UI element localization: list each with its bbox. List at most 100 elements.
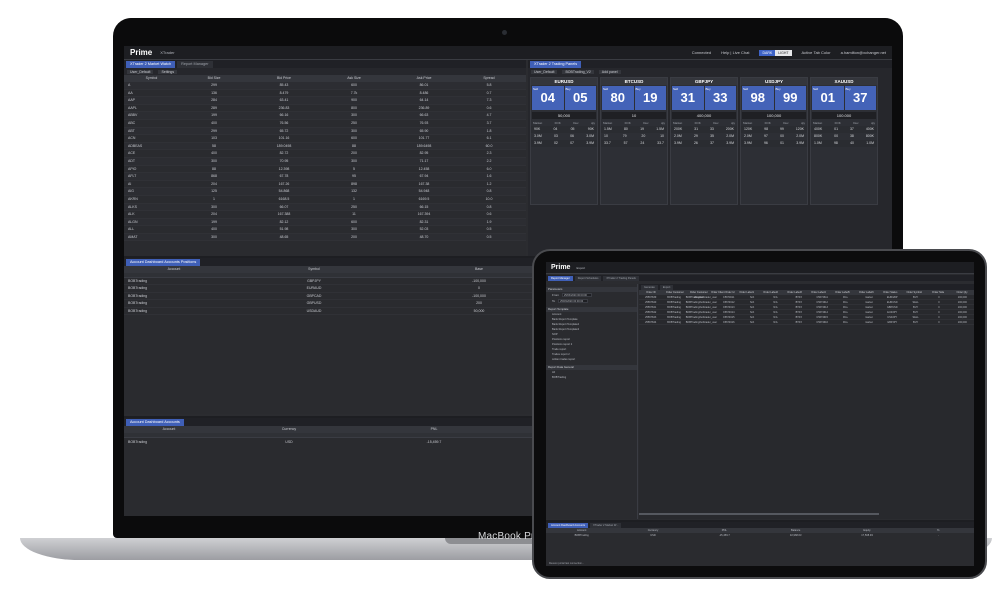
order-option[interactable]: Dev <box>853 121 858 125</box>
tab-report-manager[interactable]: Report Manager <box>548 275 573 281</box>
depth-row[interactable]: 2.0M 29 35 2.0M <box>671 133 737 140</box>
order-option[interactable]: Market <box>813 121 822 125</box>
table-row[interactable]: ALK 204 167.388 11 167.394 0.6 <box>124 211 526 219</box>
col-currency[interactable]: Currency <box>214 426 364 433</box>
depth-row[interactable]: 120K 98 99 120K <box>741 126 807 133</box>
tile-pair[interactable]: BTCUSD <box>601 78 667 85</box>
export-button[interactable]: Export <box>659 284 674 290</box>
depth-row[interactable]: 3.9M 96 01 3.9M <box>741 140 807 147</box>
depth-row[interactable]: 400K 01 37 400K <box>811 126 877 133</box>
module-name[interactable]: XTrader <box>160 50 174 55</box>
table-row[interactable]: 25567844 BOBTrading BOBTrading/bobtrader_u… <box>639 320 974 325</box>
col-pnl[interactable]: PNL <box>364 426 504 433</box>
sell-button[interactable]: Sell 98 <box>742 86 774 110</box>
table-row[interactable]: AA 136 8.479 7.7k 8.486 0.7 <box>124 90 526 98</box>
order-option[interactable]: Dev <box>783 121 788 125</box>
table-row[interactable]: ABT 299 65.72 300 65.90 1.8 <box>124 127 526 136</box>
order-option[interactable]: Market <box>533 121 542 125</box>
order-option[interactable]: FOK <box>695 121 701 125</box>
order-option[interactable]: qty <box>871 121 875 125</box>
table-row[interactable]: APIO 88 12.398 5 12.458 6.0 <box>124 166 526 174</box>
list-item[interactable]: written trades report <box>546 357 637 362</box>
order-option[interactable]: FOK <box>835 121 841 125</box>
order-option[interactable]: Dev <box>573 121 578 125</box>
order-option[interactable]: qty <box>731 121 735 125</box>
tab-market-watch[interactable]: XTrader 2 Market W... <box>590 522 622 528</box>
table-row[interactable]: BOBTrading USD -15,459.7 32,968.63 17,508.93… <box>546 533 974 538</box>
tile-pair[interactable]: XAUUSD <box>811 78 877 85</box>
table-row[interactable]: AIG 125 54.868 132 54.948 0.8 <box>124 188 526 196</box>
sell-button[interactable]: Sell 01 <box>812 86 844 110</box>
table-row[interactable]: ABBV 199 66.16 300 66.63 4.7 <box>124 112 526 120</box>
user-email[interactable]: a.hamilton@xchanger.net <box>841 50 886 55</box>
order-option[interactable]: qty <box>661 121 665 125</box>
light-mode-option[interactable]: LIGHT <box>775 49 792 56</box>
order-option[interactable]: FOK <box>625 121 631 125</box>
table-row[interactable]: ALL 400 51.98 300 52.03 0.5 <box>124 226 526 234</box>
depth-row[interactable]: 1.0M 98 40 1.0M <box>811 140 877 147</box>
sell-button[interactable]: Sell 04 <box>532 86 564 110</box>
tab-report-manager[interactable]: Report Manager <box>177 60 213 68</box>
col-bid-size[interactable]: Bid Size <box>179 75 249 82</box>
table-row[interactable]: ADT 300 70.95 300 71.17 2.2 <box>124 157 526 166</box>
tab-trading-panels[interactable]: XTrader 2 Trading Panels <box>603 275 639 281</box>
depth-row[interactable]: 3.9M 02 07 3.9M <box>531 140 597 147</box>
sell-button[interactable]: Sell 31 <box>672 86 704 110</box>
depth-row[interactable]: 33.7 57 24 33.7 <box>601 140 667 147</box>
col-account[interactable]: Account <box>124 426 214 433</box>
depth-row[interactable]: 200K 31 33 200K <box>671 126 737 133</box>
quantity-input[interactable]: 400,000 <box>672 112 736 119</box>
table-row[interactable]: ACN 103 101.16 600 101.77 6.1 <box>124 135 526 143</box>
table-row[interactable]: AMAT 300 48.65 200 48.70 0.5 <box>124 233 526 242</box>
buy-button[interactable]: Buy 33 <box>704 86 736 110</box>
depth-row[interactable]: 1.5M 80 19 1.5M <box>601 126 667 133</box>
table-row[interactable]: ACE 400 82.72 200 82.95 2.3 <box>124 150 526 158</box>
tp-account-select[interactable]: BOBTrading_V2 <box>562 69 594 74</box>
depth-row[interactable]: 90K 04 05 90K <box>531 126 597 133</box>
tablet-export-tab[interactable]: Export <box>576 266 585 270</box>
table-row[interactable]: AFLT 868 67.78 95 67.94 1.6 <box>124 173 526 181</box>
help-link[interactable]: Help | Live Chat <box>721 50 749 55</box>
order-option[interactable]: Market <box>743 121 752 125</box>
tab-positions[interactable]: Account Dashboard Accounts Positions <box>126 258 201 266</box>
tile-pair[interactable]: GBPJPY <box>671 78 737 85</box>
table-row[interactable]: ALKS 300 66.07 250 66.15 0.8 <box>124 203 526 212</box>
tab-trading-panels[interactable]: XTrader 2 Trading Panels <box>530 60 582 68</box>
dark-mode-option[interactable]: DARK <box>759 49 776 56</box>
col-spread[interactable]: Spread <box>459 75 519 82</box>
quantity-input[interactable]: 100.000 <box>812 112 876 119</box>
depth-row[interactable]: 3.0M 03 06 3.0M <box>531 133 597 140</box>
order-option[interactable]: qty <box>591 121 595 125</box>
col-account[interactable]: Account <box>124 266 224 273</box>
table-row[interactable]: AKRN 1 6168.5 1 6169.5 10.0 <box>124 196 526 204</box>
tile-pair[interactable]: USDJPY <box>741 78 807 85</box>
depth-row[interactable]: 3.9M 26 37 3.9M <box>671 140 737 147</box>
depth-row[interactable]: 10 79 20 10 <box>601 133 667 140</box>
tab-market-watch[interactable]: XTrader 2 Market Watch <box>126 60 176 68</box>
depth-row[interactable]: 800K 00 38 800K <box>811 133 877 140</box>
table-row[interactable]: AAPL 289 236.83 800 236.89 0.6 <box>124 105 526 113</box>
table-row[interactable]: AI 204 167.26 898 167.38 1.2 <box>124 181 526 189</box>
order-option[interactable]: FOK <box>555 121 561 125</box>
buy-button[interactable]: Buy 37 <box>844 86 876 110</box>
settings-button[interactable]: Settings <box>158 69 178 74</box>
col-symbol[interactable]: Symbol <box>224 266 404 273</box>
order-option[interactable]: Market <box>673 121 682 125</box>
table-row[interactable]: A 299 85.43 600 86.01 5.8 <box>124 82 526 90</box>
add-panel-button[interactable]: Add panel <box>598 69 621 74</box>
order-option[interactable]: Dev <box>643 121 648 125</box>
tab-accounts[interactable]: Account Dashboard Accounts <box>126 418 184 426</box>
col-symbol[interactable]: Symbol <box>124 75 179 82</box>
tile-pair[interactable]: EURUSD <box>531 78 597 85</box>
horizontal-scrollbar[interactable] <box>639 513 879 515</box>
active-tab-color-setting[interactable]: Active Tab Color <box>802 50 831 55</box>
theme-toggle[interactable]: DARK LIGHT <box>759 49 792 56</box>
col-ask-price[interactable]: Ask Price <box>389 75 459 82</box>
order-option[interactable]: Dev <box>713 121 718 125</box>
quantity-input[interactable]: 100,000 <box>742 112 806 119</box>
table-row[interactable]: ABC 400 76.56 250 76.93 3.7 <box>124 120 526 128</box>
sell-button[interactable]: Sell 80 <box>602 86 634 110</box>
buy-button[interactable]: Buy 99 <box>774 86 806 110</box>
tp-layout-select[interactable]: User_Default <box>531 69 558 74</box>
table-row[interactable]: ALGN 199 82.12 600 82.31 1.9 <box>124 218 526 227</box>
